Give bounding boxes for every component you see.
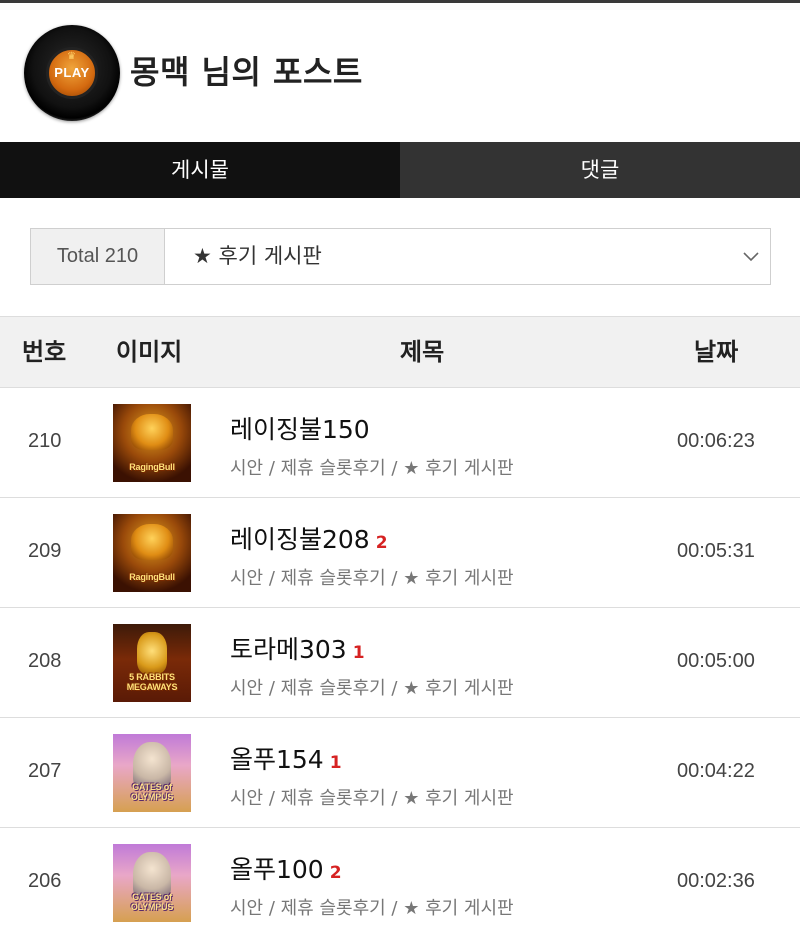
bull-graphic [131,524,173,560]
post-title-link[interactable]: 레이징불150 [230,410,376,446]
table-row[interactable]: 208 5 RABBITS MEGAWAYS 토라메303 1 시안 / 제휴 슬… [0,608,800,718]
header-number: 번호 [22,338,67,366]
post-meta: 시안 / 제휴 슬롯후기 / ★ 후기 게시판 [230,568,514,589]
header-date: 날짜 [694,338,739,366]
thumbnail-logo-text: RagingBull [129,572,175,582]
post-thumbnail[interactable]: RagingBull [113,404,191,482]
post-meta: 시안 / 제휴 슬롯후기 / ★ 후기 게시판 [230,788,514,809]
post-number: 209 [28,540,62,562]
post-title: 레이징불208 [230,525,370,554]
profile-header: ♛ PLAY 몽맥 님의 포스트 [0,3,800,142]
bull-graphic [131,414,173,450]
post-date: 00:06:23 [677,430,755,452]
board-select-value: ★ 후기 게시판 [193,244,322,268]
post-title: 올푸154 [230,745,324,774]
post-number: 208 [28,650,62,672]
avatar-logo-text: PLAY [54,65,90,80]
header-title: 제목 [400,338,445,366]
post-number: 210 [28,430,62,452]
page-title: 몽맥 님의 포스트 [130,53,363,91]
avatar[interactable]: ♛ PLAY [24,25,120,121]
thumbnail-logo-text: 5 RABBITS MEGAWAYS [126,672,178,692]
play-logo-icon: ♛ PLAY [46,47,98,99]
thumbnail-logo-text: RagingBull [129,462,175,472]
post-number: 206 [28,870,62,892]
post-date: 00:02:36 [677,870,755,892]
comment-count: 1 [352,643,365,663]
post-thumbnail[interactable]: GATES of OLYMPUS [113,844,191,922]
post-date: 00:04:22 [677,760,755,782]
table-row[interactable]: 210 RagingBull 레이징불150 시안 / 제휴 슬롯후기 / ★ … [0,388,800,498]
post-date: 00:05:31 [677,540,755,562]
post-title: 토라메303 [230,635,347,664]
rabbit-graphic [137,632,167,674]
post-date: 00:05:00 [677,650,755,672]
crown-icon: ♛ [67,51,76,62]
table-header: 번호 이미지 제목 날짜 [0,316,800,388]
board-select[interactable]: ★ 후기 게시판 [165,229,770,284]
post-title-link[interactable]: 레이징불208 2 [230,520,388,556]
total-count: Total 210 [31,229,165,284]
tab-bar: 게시물 댓글 [0,142,800,198]
post-number: 207 [28,760,62,782]
comment-count: 2 [375,533,388,553]
post-title-link[interactable]: 토라메303 1 [230,630,365,666]
thumbnail-logo-text: GATES of OLYMPUS [130,782,174,802]
post-meta: 시안 / 제휴 슬롯후기 / ★ 후기 게시판 [230,678,514,699]
post-thumbnail[interactable]: GATES of OLYMPUS [113,734,191,812]
post-meta: 시안 / 제휴 슬롯후기 / ★ 후기 게시판 [230,458,514,479]
comment-count: 2 [329,863,342,883]
post-title: 올푸100 [230,855,324,884]
tab-posts[interactable]: 게시물 [0,142,400,198]
post-meta: 시안 / 제휴 슬롯후기 / ★ 후기 게시판 [230,898,514,919]
table-row[interactable]: 209 RagingBull 레이징불208 2 시안 / 제휴 슬롯후기 / ★… [0,498,800,608]
tab-comments[interactable]: 댓글 [400,142,800,198]
post-title-link[interactable]: 올푸100 2 [230,850,342,886]
board-filter: Total 210 ★ 후기 게시판 [30,228,771,285]
post-title: 레이징불150 [230,415,370,444]
header-image: 이미지 [116,338,183,366]
table-row[interactable]: 206 GATES of OLYMPUS 올푸100 2 시안 / 제휴 슬롯후기… [0,828,800,938]
chevron-down-icon [743,252,759,262]
comment-count: 1 [329,753,342,773]
table-row[interactable]: 207 GATES of OLYMPUS 올푸154 1 시안 / 제휴 슬롯후기… [0,718,800,828]
post-thumbnail[interactable]: RagingBull [113,514,191,592]
post-thumbnail[interactable]: 5 RABBITS MEGAWAYS [113,624,191,702]
post-title-link[interactable]: 올푸154 1 [230,740,342,776]
thumbnail-logo-text: GATES of OLYMPUS [130,892,174,912]
